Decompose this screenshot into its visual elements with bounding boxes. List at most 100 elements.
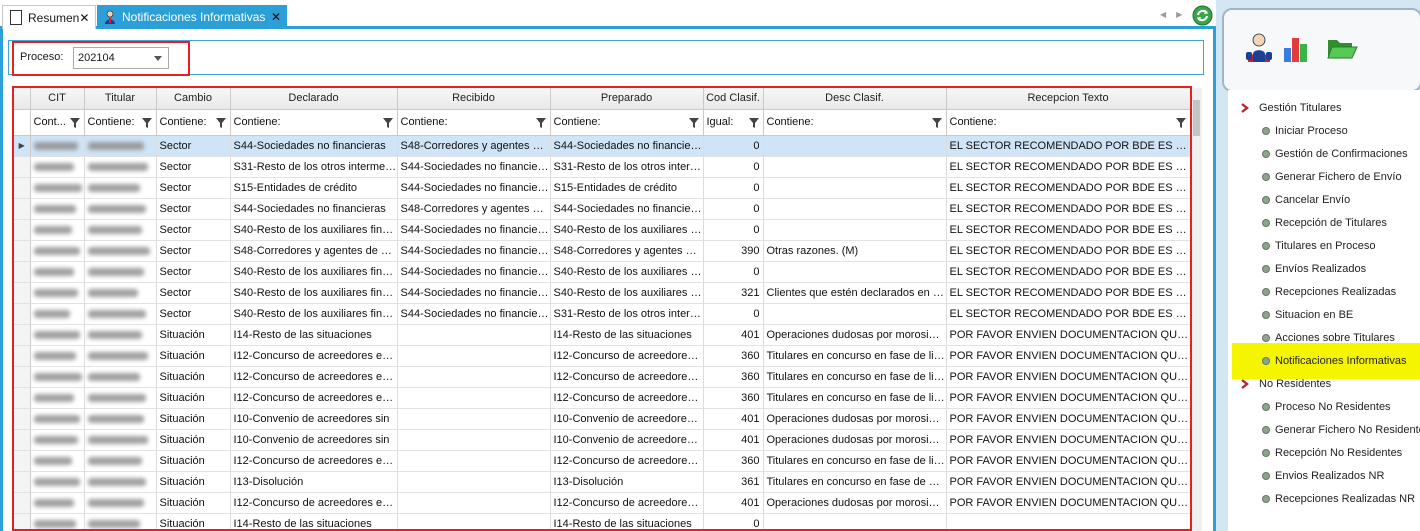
cell-desc-clasif[interactable] (763, 219, 947, 241)
cell-recepcion-texto[interactable]: EL SECTOR RECOMENDADO POR BDE ES S44, MO… (946, 261, 1190, 283)
column-filter[interactable]: Igual: (703, 109, 764, 136)
menu-item[interactable]: Situacion en BE (1262, 305, 1353, 325)
row-header[interactable] (14, 408, 31, 430)
column-header[interactable]: Cod Clasif. (703, 88, 764, 110)
cell-recibido[interactable]: S44-Sociedades no financieras (397, 156, 551, 178)
table-row[interactable]: SectorS40-Resto de los auxiliares financ… (14, 303, 1190, 325)
cell-preparado[interactable]: I12-Concurso de acreedores en fase (550, 366, 704, 388)
cell-cit[interactable] (30, 450, 85, 472)
filter-icon[interactable] (931, 117, 942, 128)
cell-recepcion-texto[interactable]: EL SECTOR RECOMENDADO POR BDE ES S44, MO… (946, 303, 1190, 325)
cell-preparado[interactable]: I12-Concurso de acreedores en fase (550, 387, 704, 409)
column-filter[interactable]: Contiene: (763, 109, 947, 136)
cell-recepcion-texto[interactable]: POR FAVOR ENVIEN DOCUMENTACION QUE JUSTI… (946, 408, 1190, 430)
cell-cit[interactable] (30, 492, 85, 514)
cell-recibido[interactable]: S44-Sociedades no financieras (397, 177, 551, 199)
table-row[interactable]: SectorS31-Resto de los otros intermediar… (14, 156, 1190, 178)
table-row[interactable]: Situación I10-Convenio de acreedores sin I… (14, 408, 1190, 430)
table-row[interactable]: ▶ Sector S44-Sociedades no financieras S48-… (14, 135, 1190, 157)
cell-desc-clasif[interactable]: Clientes que estén declarados en concurs… (763, 282, 947, 304)
cell-preparado[interactable]: S48-Corredores y agentes de seguros (550, 240, 704, 262)
cell-declarado[interactable]: S44-Sociedades no financieras (230, 198, 398, 220)
filter-icon[interactable] (215, 117, 226, 128)
table-row[interactable]: Situación I14-Resto de las situaciones I14… (14, 513, 1190, 531)
menu-item[interactable]: Iniciar Proceso (1262, 121, 1348, 141)
cell-recibido[interactable] (397, 471, 551, 493)
cell-declarado[interactable]: I12-Concurso de acreedores en fase (230, 366, 398, 388)
cell-preparado[interactable]: I12-Concurso de acreedores en fase (550, 345, 704, 367)
cell-recepcion-texto[interactable]: EL SECTOR RECOMENDADO POR BDE ES S48, MO… (946, 198, 1190, 220)
cell-recibido[interactable] (397, 513, 551, 531)
cell-titular[interactable] (84, 198, 157, 220)
table-row[interactable]: Situación I13-Disolución I13-Disolución 361… (14, 471, 1190, 493)
cell-recibido[interactable] (397, 324, 551, 346)
table-row[interactable]: Situación I12-Concurso de acreedores en f… (14, 387, 1190, 409)
proceso-select[interactable]: 202104 (73, 47, 169, 69)
cell-cit[interactable] (30, 303, 85, 325)
cell-recibido[interactable]: S48-Corredores y agentes de seguros (397, 198, 551, 220)
cell-desc-clasif[interactable] (763, 156, 947, 178)
filter-icon[interactable] (382, 117, 393, 128)
cell-preparado[interactable]: S31-Resto de los otros intermediarios (550, 156, 704, 178)
table-row[interactable]: Situación I10-Convenio de acreedores sin I… (14, 429, 1190, 451)
bar-chart-icon[interactable] (1282, 34, 1310, 62)
cell-cambio[interactable]: Situación (156, 429, 231, 451)
tab-notificaciones-informativas[interactable]: Notificaciones Informativas ✕ (97, 5, 287, 29)
cell-titular[interactable] (84, 450, 157, 472)
cell-cod-clasif[interactable]: 0 (703, 156, 764, 178)
cell-desc-clasif[interactable]: Titulares en concurso en fase de liquida… (763, 366, 947, 388)
cell-recepcion-texto[interactable]: EL SECTOR RECOMENDADO POR BDE ES S44, MO… (946, 240, 1190, 262)
cell-cambio[interactable]: Situación (156, 471, 231, 493)
cell-declarado[interactable]: S48-Corredores y agentes de seguros (230, 240, 398, 262)
row-header[interactable] (14, 198, 31, 220)
column-header[interactable]: Declarado (230, 88, 398, 110)
cell-cit[interactable] (30, 345, 85, 367)
table-row[interactable]: SectorS40-Resto de los auxiliares financ… (14, 282, 1190, 304)
menu-item[interactable]: Proceso No Residentes (1262, 397, 1391, 417)
row-header[interactable] (14, 303, 31, 325)
cell-cod-clasif[interactable]: 401 (703, 492, 764, 514)
cell-preparado[interactable]: I12-Concurso de acreedores en fase (550, 492, 704, 514)
cell-desc-clasif[interactable]: Titulares en concurso en fase de liquida… (763, 345, 947, 367)
column-header[interactable]: Recepcion Texto (946, 88, 1190, 110)
cell-desc-clasif[interactable] (763, 177, 947, 199)
cell-preparado[interactable]: S40-Resto de los auxiliares financieros (550, 219, 704, 241)
table-row[interactable]: Sector S44-Sociedades no financieras S48-C… (14, 198, 1190, 220)
cell-preparado[interactable]: S44-Sociedades no financieras (550, 135, 704, 157)
cell-desc-clasif[interactable] (763, 198, 947, 220)
cell-recepcion-texto[interactable]: EL SECTOR RECOMENDADO POR BDE ES S48, MO… (946, 135, 1190, 157)
cell-declarado[interactable]: I13-Disolución (230, 471, 398, 493)
cell-declarado[interactable]: S15-Entidades de crédito (230, 177, 398, 199)
row-header[interactable] (14, 513, 31, 531)
column-filter[interactable]: Contiene: (230, 109, 398, 136)
cell-recibido[interactable]: S44-Sociedades no financieras (397, 303, 551, 325)
cell-recepcion-texto[interactable]: POR FAVOR ENVIEN DOCUMENTACION QUE JUSTI… (946, 492, 1190, 514)
cell-cambio[interactable]: Situación (156, 366, 231, 388)
cell-declarado[interactable]: I10-Convenio de acreedores sin (230, 429, 398, 451)
cell-titular[interactable] (84, 303, 157, 325)
menu-item[interactable]: Recepción No Residentes (1262, 443, 1402, 463)
row-header[interactable] (14, 324, 31, 346)
cell-cambio[interactable]: Sector (156, 135, 231, 157)
cell-recibido[interactable]: S44-Sociedades no financieras (397, 240, 551, 262)
cell-cambio[interactable]: Sector (156, 303, 231, 325)
cell-desc-clasif[interactable]: Operaciones dudosas por morosidad (763, 429, 947, 451)
column-filter[interactable]: Contiene: (397, 109, 551, 136)
cell-titular[interactable] (84, 408, 157, 430)
cell-declarado[interactable]: I12-Concurso de acreedores en fase (230, 492, 398, 514)
cell-declarado[interactable]: I12-Concurso de acreedores en fase (230, 450, 398, 472)
cell-titular[interactable] (84, 240, 157, 262)
cell-cit[interactable] (30, 261, 85, 283)
cell-recibido[interactable] (397, 429, 551, 451)
cell-cambio[interactable]: Situación (156, 387, 231, 409)
cell-cod-clasif[interactable]: 361 (703, 471, 764, 493)
cell-titular[interactable] (84, 345, 157, 367)
row-header[interactable] (14, 156, 31, 178)
cell-cod-clasif[interactable]: 360 (703, 345, 764, 367)
cell-recepcion-texto[interactable]: POR FAVOR ENVIEN DOCUMENTACION QUE JUSTI… (946, 429, 1190, 451)
table-row[interactable]: Sector S15-Entidades de crédito S44-Socied… (14, 177, 1190, 199)
cell-declarado[interactable]: S31-Resto de los otros intermediarios (230, 156, 398, 178)
table-row[interactable]: SectorS40-Resto de los auxiliares financ… (14, 219, 1190, 241)
cell-preparado[interactable]: S40-Resto de los auxiliares financieros (550, 282, 704, 304)
cell-desc-clasif[interactable] (763, 135, 947, 157)
